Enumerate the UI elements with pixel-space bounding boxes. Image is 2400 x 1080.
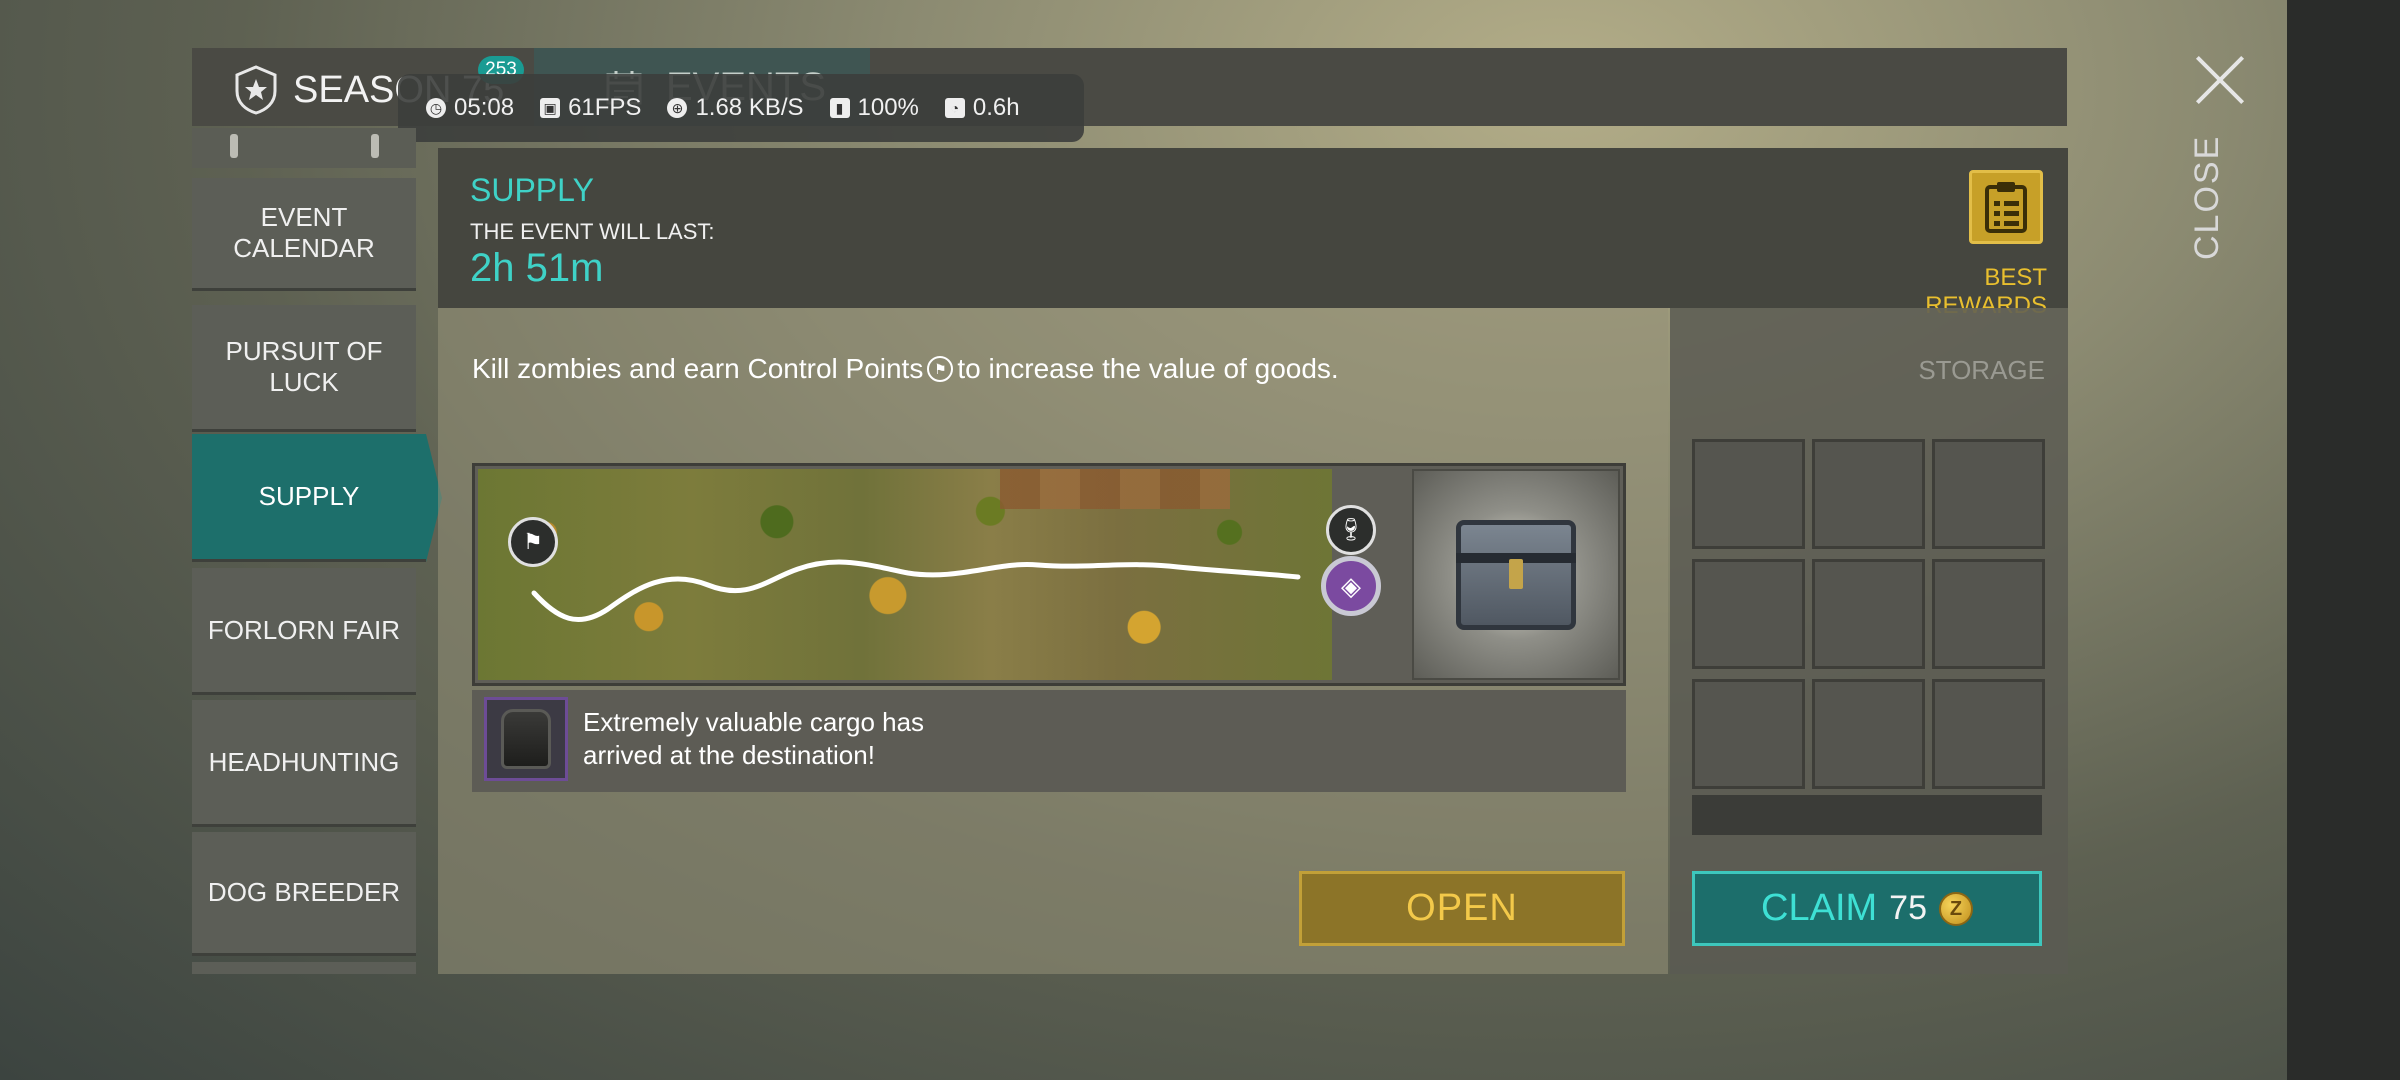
- claim-button-label: CLAIM: [1761, 887, 1878, 929]
- perf-battery: 100%: [857, 94, 919, 121]
- storage-slot[interactable]: [1932, 559, 2045, 669]
- description-text-end: to increase the value of goods.: [957, 353, 1339, 384]
- storage-slot[interactable]: [1692, 559, 1805, 669]
- event-title: SUPPLY: [470, 172, 594, 208]
- coin-icon: Z: [1938, 891, 1973, 926]
- claim-button[interactable]: CLAIM 75 Z: [1692, 871, 2042, 946]
- perf-network: 1.68 KB/S: [695, 94, 804, 121]
- right-side-panel: [2287, 0, 2400, 1080]
- sidebar-item-label: PURSUIT OF LUCK: [225, 336, 383, 397]
- battery-icon: ▮: [829, 98, 850, 118]
- sidebar-item-event-calendar[interactable]: EVENT CALENDAR: [192, 178, 416, 291]
- sidebar-item-forlorn-fair[interactable]: FORLORN FAIR: [192, 568, 416, 695]
- sidebar-item-pursuit-of-luck[interactable]: PURSUIT OF LUCK: [192, 305, 416, 432]
- sidebar-item-label: FORLORN FAIR: [207, 614, 401, 645]
- event-description: Kill zombies and earn Control Points ⚑ t…: [472, 353, 1339, 385]
- perf-duration: 0.6h: [972, 94, 1020, 121]
- cube-icon: ◈: [1341, 570, 1361, 601]
- chest-icon: [1456, 519, 1576, 630]
- perf-time: 05:08: [454, 94, 515, 121]
- fps-icon: ▣: [540, 98, 561, 118]
- sidebar-item-dog-breeder[interactable]: DOG BREEDER: [192, 832, 416, 956]
- backpack-icon[interactable]: [484, 697, 568, 781]
- timer-icon: ◔: [944, 98, 965, 118]
- sidebar-scroll-top: [192, 128, 416, 168]
- reward-chest-panel[interactable]: [1412, 469, 1620, 680]
- route-path: [531, 559, 1301, 622]
- sidebar-pin-left: [230, 134, 238, 158]
- storage-slot[interactable]: [1812, 439, 1925, 549]
- sidebar-pin-right: [371, 134, 379, 158]
- open-button-label: OPEN: [1406, 887, 1518, 929]
- storage-slot[interactable]: [1812, 679, 1925, 789]
- claim-amount: 75: [1889, 889, 1927, 927]
- sidebar-item-headhunting[interactable]: HEADHUNTING: [192, 700, 416, 827]
- network-icon: ⊕: [667, 98, 688, 118]
- flag-icon: ⚑: [927, 356, 954, 382]
- sidebar-item-label: SUPPLY: [258, 481, 360, 511]
- flag-icon: ⚑: [523, 529, 543, 554]
- storage-slot[interactable]: [1812, 559, 1925, 669]
- clipboard-icon[interactable]: [1969, 170, 2043, 244]
- event-remaining-time: 2h 51m: [470, 246, 604, 290]
- cargo-message: Extremely valuable cargo has arrived at …: [583, 707, 925, 770]
- perf-fps: 61FPS: [568, 94, 642, 121]
- storage-slot[interactable]: [1692, 679, 1805, 789]
- event-duration-label: THE EVENT WILL LAST:: [470, 219, 715, 244]
- sidebar-item-label: EVENT CALENDAR: [233, 202, 375, 263]
- close-icon[interactable]: [2192, 52, 2248, 108]
- performance-overlay: ◷ 05:08 ▣ 61FPS ⊕ 1.68 KB/S ▮ 100% ◔ 0.6h: [398, 74, 1084, 142]
- clock-icon: ◷: [426, 98, 446, 118]
- storage-slot[interactable]: [1932, 679, 2045, 789]
- sidebar-scroll-bottom: [192, 962, 416, 974]
- close-label[interactable]: CLOSE: [2188, 135, 2248, 260]
- storage-slot[interactable]: [1692, 439, 1805, 549]
- sidebar-item-supply[interactable]: SUPPLY: [192, 434, 442, 562]
- storage-label: STORAGE: [1918, 355, 2045, 385]
- destination-marker: ◈: [1321, 556, 1381, 616]
- sidebar-item-label: DOG BREEDER: [207, 877, 401, 907]
- storage-slot[interactable]: [1932, 439, 2045, 549]
- open-button[interactable]: OPEN: [1299, 871, 1625, 946]
- wine-glass-icon: 🍷︎: [1337, 517, 1365, 542]
- start-flag-pin: ⚑: [508, 517, 558, 567]
- wine-glass-pin: 🍷︎: [1326, 505, 1376, 555]
- description-text-start: Kill zombies and earn Control Points: [472, 353, 924, 384]
- sidebar-item-label: HEADHUNTING: [208, 746, 400, 777]
- storage-progress-bar: [1692, 795, 2042, 835]
- shield-icon: [235, 65, 277, 115]
